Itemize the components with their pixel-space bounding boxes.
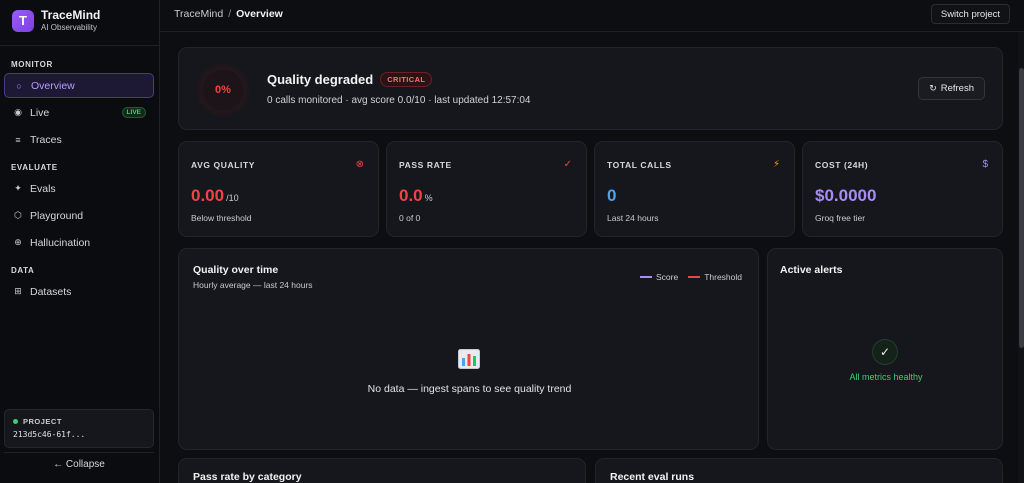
grid-icon: ⊞ bbox=[14, 286, 22, 296]
x-circle-icon: ⊗ bbox=[355, 159, 364, 170]
panel-title: Pass rate by category bbox=[193, 471, 302, 483]
card-value: 0.00 bbox=[191, 186, 225, 205]
card-unit: % bbox=[424, 193, 433, 203]
recent-eval-runs-panel: Recent eval runs bbox=[595, 458, 1003, 483]
page-scrollbar[interactable] bbox=[1018, 32, 1024, 483]
brand[interactable]: T TraceMind AI Observability bbox=[12, 8, 100, 33]
stat-card-cost: COST (24H) $ $0.0000 Groq free tier bbox=[802, 141, 1003, 237]
section-monitor: MONITOR bbox=[11, 60, 53, 69]
card-value: $0.0000 bbox=[815, 186, 877, 205]
app-subtitle: AI Observability bbox=[41, 23, 98, 32]
radio-dot-icon: ◉ bbox=[14, 107, 22, 117]
logo-icon: T bbox=[12, 9, 34, 32]
sidebar-item-playground[interactable]: ⬡ Playground bbox=[4, 203, 154, 228]
sidebar-item-datasets[interactable]: ⊞ Datasets bbox=[4, 279, 154, 304]
sidebar-item-label: Traces bbox=[30, 133, 62, 146]
switch-project-button[interactable]: Switch project bbox=[930, 4, 1010, 24]
stat-card-total-calls: TOTAL CALLS ⚡ 0 Last 24 hours bbox=[594, 141, 795, 237]
app-name: TraceMind bbox=[41, 8, 101, 22]
topbar: TraceMind / Overview Switch project bbox=[160, 0, 1024, 32]
chart-title: Quality over time bbox=[193, 264, 279, 276]
section-evaluate: EVALUATE bbox=[11, 163, 58, 172]
legend-item-threshold: Threshold bbox=[688, 272, 742, 282]
panel-title: Recent eval runs bbox=[610, 471, 695, 483]
card-unit: /10 bbox=[226, 193, 239, 203]
quality-score-percent: 0% bbox=[215, 84, 231, 96]
sidebar-item-label: Datasets bbox=[30, 285, 72, 298]
lightning-icon: ⚡ bbox=[772, 159, 780, 170]
card-subtitle: Groq free tier bbox=[815, 213, 866, 223]
sidebar-item-evals[interactable]: ✦ Evals bbox=[4, 176, 154, 201]
hexagon-icon: ⬡ bbox=[14, 210, 22, 220]
breadcrumb-separator: / bbox=[228, 8, 232, 20]
chart-legend: Score Threshold bbox=[630, 272, 742, 282]
project-id: 213d5c46-61f... bbox=[13, 430, 86, 439]
card-title: AVG QUALITY bbox=[191, 160, 256, 170]
pass-rate-by-category-panel: Pass rate by category bbox=[178, 458, 586, 483]
card-title: TOTAL CALLS bbox=[607, 160, 672, 170]
breadcrumb-root[interactable]: TraceMind bbox=[174, 8, 223, 20]
refresh-label: Refresh bbox=[940, 83, 974, 94]
card-subtitle: 0 of 0 bbox=[399, 213, 421, 223]
dollar-icon: $ bbox=[982, 159, 988, 170]
card-title: COST (24H) bbox=[815, 160, 869, 170]
divider bbox=[0, 45, 159, 46]
sidebar-item-label: Live bbox=[30, 106, 50, 119]
project-label: PROJECT bbox=[23, 417, 62, 426]
refresh-icon: ↻ bbox=[929, 83, 937, 93]
sidebar-item-label: Evals bbox=[30, 182, 56, 195]
sidebar-item-live[interactable]: ◉ Live LIVE bbox=[4, 100, 154, 125]
bar-chart-icon bbox=[458, 349, 480, 369]
stat-card-avg-quality: AVG QUALITY ⊗ 0.00/10 Below threshold bbox=[178, 141, 379, 237]
quality-score-ring: 0% bbox=[197, 64, 249, 116]
active-alerts-panel: Active alerts ✓ All metrics healthy bbox=[767, 248, 1003, 450]
sidebar-item-traces[interactable]: ≡ Traces bbox=[4, 127, 154, 152]
check-circle-icon: ✓ bbox=[872, 339, 898, 365]
sidebar-item-overview[interactable]: ○ Overview bbox=[4, 73, 154, 98]
status-subtitle: 0 calls monitored · avg score 0.0/10 · l… bbox=[267, 95, 531, 106]
card-subtitle: Last 24 hours bbox=[607, 213, 659, 223]
collapse-button[interactable]: ← Collapse bbox=[4, 452, 154, 476]
legend-swatch bbox=[688, 276, 701, 278]
chart-empty-message: No data — ingest spans to see quality tr… bbox=[367, 383, 572, 395]
status-title: Quality degraded bbox=[267, 72, 374, 87]
section-data: DATA bbox=[11, 266, 35, 275]
legend-label: Threshold bbox=[704, 272, 742, 282]
scrollbar-thumb[interactable] bbox=[1019, 68, 1024, 348]
crosshair-icon: ⊕ bbox=[14, 237, 22, 247]
circle-outline-icon: ○ bbox=[16, 80, 22, 91]
refresh-button[interactable]: ↻ Refresh bbox=[918, 77, 985, 100]
quality-status-panel: 0% Quality degraded CRITICAL 0 calls mon… bbox=[178, 47, 1003, 130]
quality-over-time-panel: Quality over time Hourly average — last … bbox=[178, 248, 759, 450]
project-box[interactable]: PROJECT 213d5c46-61f... bbox=[4, 409, 154, 448]
chart-subtitle: Hourly average — last 24 hours bbox=[193, 280, 313, 290]
breadcrumb: TraceMind / Overview bbox=[174, 8, 283, 20]
sidebar-item-label: Hallucination bbox=[30, 236, 91, 249]
breadcrumb-current: Overview bbox=[236, 8, 283, 20]
check-icon: ✓ bbox=[563, 159, 572, 170]
alerts-status: All metrics healthy bbox=[849, 372, 923, 382]
card-value: 0 bbox=[607, 186, 617, 205]
lines-icon: ≡ bbox=[15, 134, 21, 145]
sidebar: T TraceMind AI Observability MONITOR ○ O… bbox=[0, 0, 160, 483]
card-value: 0.0 bbox=[399, 186, 423, 205]
sidebar-item-hallucination[interactable]: ⊕ Hallucination bbox=[4, 230, 154, 255]
status-badge: CRITICAL bbox=[380, 72, 433, 87]
sparkle-icon: ✦ bbox=[14, 183, 22, 193]
alerts-title: Active alerts bbox=[780, 264, 843, 276]
legend-label: Score bbox=[655, 272, 679, 282]
status-dot-icon bbox=[13, 419, 18, 424]
card-title: PASS RATE bbox=[399, 160, 452, 170]
card-subtitle: Below threshold bbox=[191, 213, 252, 223]
stat-card-pass-rate: PASS RATE ✓ 0.0% 0 of 0 bbox=[386, 141, 587, 237]
sidebar-item-label: Playground bbox=[30, 209, 84, 222]
legend-item-score: Score bbox=[639, 272, 679, 282]
sidebar-item-label: Overview bbox=[31, 79, 75, 92]
legend-swatch bbox=[639, 276, 652, 278]
live-badge: LIVE bbox=[121, 107, 146, 118]
